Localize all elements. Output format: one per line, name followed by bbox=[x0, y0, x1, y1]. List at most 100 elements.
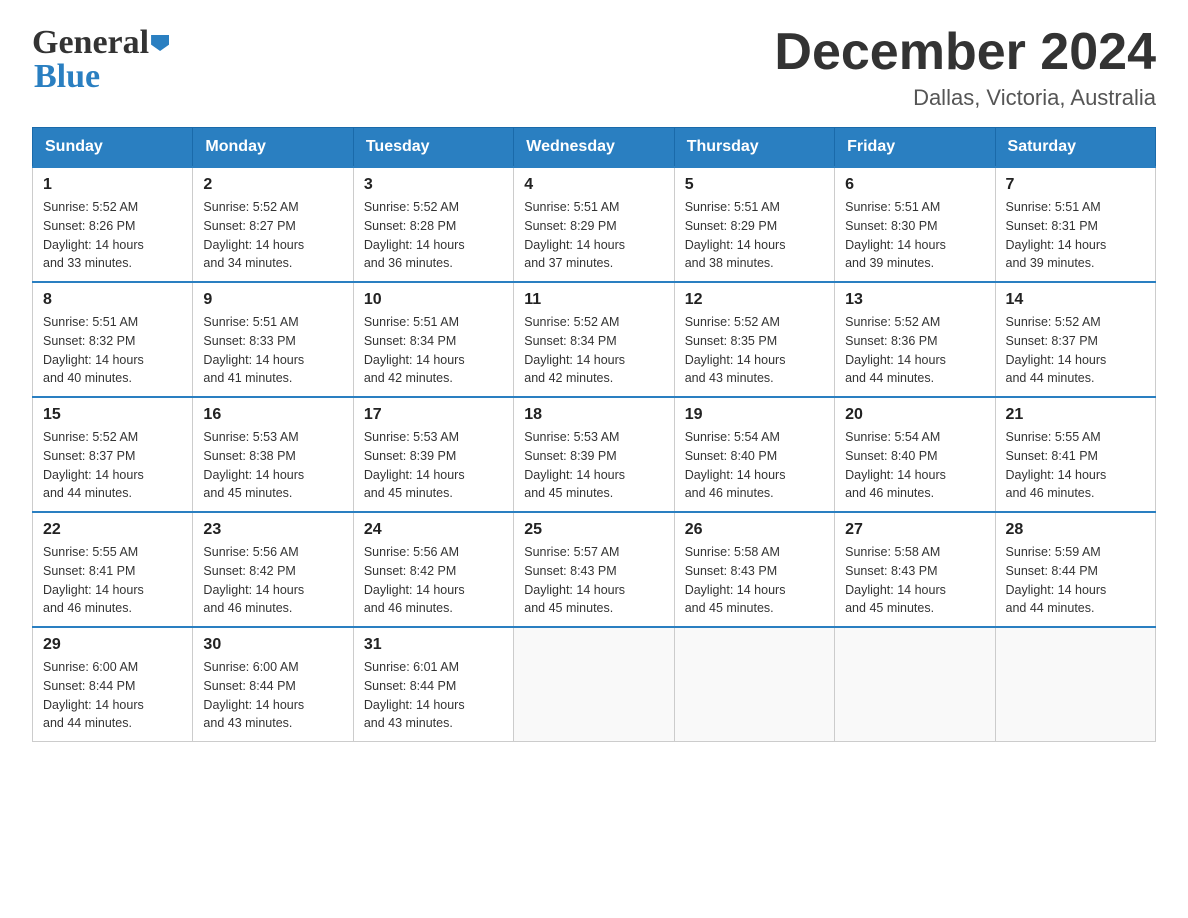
calendar-cell: 31 Sunrise: 6:01 AMSunset: 8:44 PMDayligh… bbox=[353, 627, 513, 742]
day-info: Sunrise: 5:53 AMSunset: 8:38 PMDaylight:… bbox=[203, 428, 342, 503]
day-number: 8 bbox=[43, 291, 182, 309]
day-number: 3 bbox=[364, 176, 503, 194]
calendar-cell: 28 Sunrise: 5:59 AMSunset: 8:44 PMDayligh… bbox=[995, 512, 1155, 627]
day-number: 4 bbox=[524, 176, 663, 194]
location-text: Dallas, Victoria, Australia bbox=[774, 85, 1156, 111]
calendar-cell: 4 Sunrise: 5:51 AMSunset: 8:29 PMDaylight… bbox=[514, 167, 674, 282]
day-number: 10 bbox=[364, 291, 503, 309]
day-number: 12 bbox=[685, 291, 824, 309]
day-info: Sunrise: 5:56 AMSunset: 8:42 PMDaylight:… bbox=[203, 543, 342, 618]
day-number: 29 bbox=[43, 636, 182, 654]
day-info: Sunrise: 5:52 AMSunset: 8:28 PMDaylight:… bbox=[364, 198, 503, 273]
day-number: 28 bbox=[1006, 521, 1145, 539]
calendar-cell bbox=[514, 627, 674, 742]
day-number: 25 bbox=[524, 521, 663, 539]
day-info: Sunrise: 5:54 AMSunset: 8:40 PMDaylight:… bbox=[845, 428, 984, 503]
calendar-cell bbox=[674, 627, 834, 742]
day-info: Sunrise: 5:51 AMSunset: 8:33 PMDaylight:… bbox=[203, 313, 342, 388]
day-info: Sunrise: 5:52 AMSunset: 8:26 PMDaylight:… bbox=[43, 198, 182, 273]
calendar-cell: 16 Sunrise: 5:53 AMSunset: 8:38 PMDayligh… bbox=[193, 397, 353, 512]
day-number: 9 bbox=[203, 291, 342, 309]
title-section: December 2024 Dallas, Victoria, Australi… bbox=[774, 24, 1156, 111]
logo-flag-icon bbox=[151, 35, 169, 51]
calendar-cell: 20 Sunrise: 5:54 AMSunset: 8:40 PMDayligh… bbox=[835, 397, 995, 512]
day-header-monday: Monday bbox=[193, 128, 353, 168]
day-number: 11 bbox=[524, 291, 663, 309]
calendar-cell bbox=[835, 627, 995, 742]
calendar-cell: 14 Sunrise: 5:52 AMSunset: 8:37 PMDayligh… bbox=[995, 282, 1155, 397]
calendar-cell: 6 Sunrise: 5:51 AMSunset: 8:30 PMDaylight… bbox=[835, 167, 995, 282]
calendar-cell: 9 Sunrise: 5:51 AMSunset: 8:33 PMDaylight… bbox=[193, 282, 353, 397]
day-info: Sunrise: 5:51 AMSunset: 8:31 PMDaylight:… bbox=[1006, 198, 1145, 273]
calendar-cell: 18Sunrise: 5:53 AMSunset: 8:39 PMDayligh… bbox=[514, 397, 674, 512]
calendar-cell: 17 Sunrise: 5:53 AMSunset: 8:39 PMDayligh… bbox=[353, 397, 513, 512]
day-number: 24 bbox=[364, 521, 503, 539]
day-number: 23 bbox=[203, 521, 342, 539]
day-header-thursday: Thursday bbox=[674, 128, 834, 168]
week-row-5: 29 Sunrise: 6:00 AMSunset: 8:44 PMDayligh… bbox=[33, 627, 1156, 742]
day-info: Sunrise: 5:55 AMSunset: 8:41 PMDaylight:… bbox=[1006, 428, 1145, 503]
day-info: Sunrise: 5:52 AMSunset: 8:37 PMDaylight:… bbox=[1006, 313, 1145, 388]
day-info: Sunrise: 5:56 AMSunset: 8:42 PMDaylight:… bbox=[364, 543, 503, 618]
day-info: Sunrise: 6:00 AMSunset: 8:44 PMDaylight:… bbox=[43, 658, 182, 733]
week-row-1: 1 Sunrise: 5:52 AMSunset: 8:26 PMDaylight… bbox=[33, 167, 1156, 282]
day-info: Sunrise: 5:53 AMSunset: 8:39 PMDaylight:… bbox=[524, 428, 663, 503]
day-header-sunday: Sunday bbox=[33, 128, 193, 168]
day-number: 6 bbox=[845, 176, 984, 194]
calendar-cell: 1 Sunrise: 5:52 AMSunset: 8:26 PMDaylight… bbox=[33, 167, 193, 282]
day-number: 2 bbox=[203, 176, 342, 194]
day-info: Sunrise: 5:51 AMSunset: 8:32 PMDaylight:… bbox=[43, 313, 182, 388]
calendar-cell: 24 Sunrise: 5:56 AMSunset: 8:42 PMDayligh… bbox=[353, 512, 513, 627]
calendar-cell: 5 Sunrise: 5:51 AMSunset: 8:29 PMDaylight… bbox=[674, 167, 834, 282]
calendar-cell: 30Sunrise: 6:00 AMSunset: 8:44 PMDayligh… bbox=[193, 627, 353, 742]
calendar-cell bbox=[995, 627, 1155, 742]
calendar-cell: 2 Sunrise: 5:52 AMSunset: 8:27 PMDaylight… bbox=[193, 167, 353, 282]
calendar-cell: 15 Sunrise: 5:52 AMSunset: 8:37 PMDayligh… bbox=[33, 397, 193, 512]
day-number: 19 bbox=[685, 406, 824, 424]
calendar-cell: 13Sunrise: 5:52 AMSunset: 8:36 PMDayligh… bbox=[835, 282, 995, 397]
day-info: Sunrise: 5:57 AMSunset: 8:43 PMDaylight:… bbox=[524, 543, 663, 618]
day-info: Sunrise: 5:51 AMSunset: 8:29 PMDaylight:… bbox=[685, 198, 824, 273]
calendar-cell: 25 Sunrise: 5:57 AMSunset: 8:43 PMDayligh… bbox=[514, 512, 674, 627]
day-info: Sunrise: 5:55 AMSunset: 8:41 PMDaylight:… bbox=[43, 543, 182, 618]
calendar-cell: 23 Sunrise: 5:56 AMSunset: 8:42 PMDayligh… bbox=[193, 512, 353, 627]
month-title: December 2024 bbox=[774, 24, 1156, 81]
calendar-cell: 29 Sunrise: 6:00 AMSunset: 8:44 PMDayligh… bbox=[33, 627, 193, 742]
calendar-cell: 21 Sunrise: 5:55 AMSunset: 8:41 PMDayligh… bbox=[995, 397, 1155, 512]
calendar-cell: 19Sunrise: 5:54 AMSunset: 8:40 PMDayligh… bbox=[674, 397, 834, 512]
day-number: 30 bbox=[203, 636, 342, 654]
day-info: Sunrise: 5:58 AMSunset: 8:43 PMDaylight:… bbox=[845, 543, 984, 618]
day-info: Sunrise: 5:51 AMSunset: 8:34 PMDaylight:… bbox=[364, 313, 503, 388]
calendar-cell: 7 Sunrise: 5:51 AMSunset: 8:31 PMDaylight… bbox=[995, 167, 1155, 282]
week-row-3: 15 Sunrise: 5:52 AMSunset: 8:37 PMDayligh… bbox=[33, 397, 1156, 512]
day-info: Sunrise: 6:01 AMSunset: 8:44 PMDaylight:… bbox=[364, 658, 503, 733]
calendar-cell: 10 Sunrise: 5:51 AMSunset: 8:34 PMDayligh… bbox=[353, 282, 513, 397]
day-number: 13 bbox=[845, 291, 984, 309]
day-number: 16 bbox=[203, 406, 342, 424]
day-header-friday: Friday bbox=[835, 128, 995, 168]
day-number: 1 bbox=[43, 176, 182, 194]
day-number: 7 bbox=[1006, 176, 1145, 194]
day-info: Sunrise: 5:52 AMSunset: 8:35 PMDaylight:… bbox=[685, 313, 824, 388]
calendar-table: SundayMondayTuesdayWednesdayThursdayFrid… bbox=[32, 127, 1156, 742]
calendar-cell: 8 Sunrise: 5:51 AMSunset: 8:32 PMDaylight… bbox=[33, 282, 193, 397]
calendar-cell: 3 Sunrise: 5:52 AMSunset: 8:28 PMDaylight… bbox=[353, 167, 513, 282]
day-number: 20 bbox=[845, 406, 984, 424]
day-number: 5 bbox=[685, 176, 824, 194]
day-info: Sunrise: 5:52 AMSunset: 8:37 PMDaylight:… bbox=[43, 428, 182, 503]
day-info: Sunrise: 5:52 AMSunset: 8:27 PMDaylight:… bbox=[203, 198, 342, 273]
calendar-cell: 26Sunrise: 5:58 AMSunset: 8:43 PMDayligh… bbox=[674, 512, 834, 627]
day-info: Sunrise: 5:51 AMSunset: 8:30 PMDaylight:… bbox=[845, 198, 984, 273]
day-info: Sunrise: 5:52 AMSunset: 8:34 PMDaylight:… bbox=[524, 313, 663, 388]
day-number: 15 bbox=[43, 406, 182, 424]
calendar-cell: 22Sunrise: 5:55 AMSunset: 8:41 PMDayligh… bbox=[33, 512, 193, 627]
day-number: 17 bbox=[364, 406, 503, 424]
day-number: 21 bbox=[1006, 406, 1145, 424]
day-info: Sunrise: 5:53 AMSunset: 8:39 PMDaylight:… bbox=[364, 428, 503, 503]
week-row-4: 22Sunrise: 5:55 AMSunset: 8:41 PMDayligh… bbox=[33, 512, 1156, 627]
calendar-cell: 11 Sunrise: 5:52 AMSunset: 8:34 PMDayligh… bbox=[514, 282, 674, 397]
day-info: Sunrise: 5:59 AMSunset: 8:44 PMDaylight:… bbox=[1006, 543, 1145, 618]
day-number: 31 bbox=[364, 636, 503, 654]
day-number: 14 bbox=[1006, 291, 1145, 309]
day-info: Sunrise: 5:51 AMSunset: 8:29 PMDaylight:… bbox=[524, 198, 663, 273]
